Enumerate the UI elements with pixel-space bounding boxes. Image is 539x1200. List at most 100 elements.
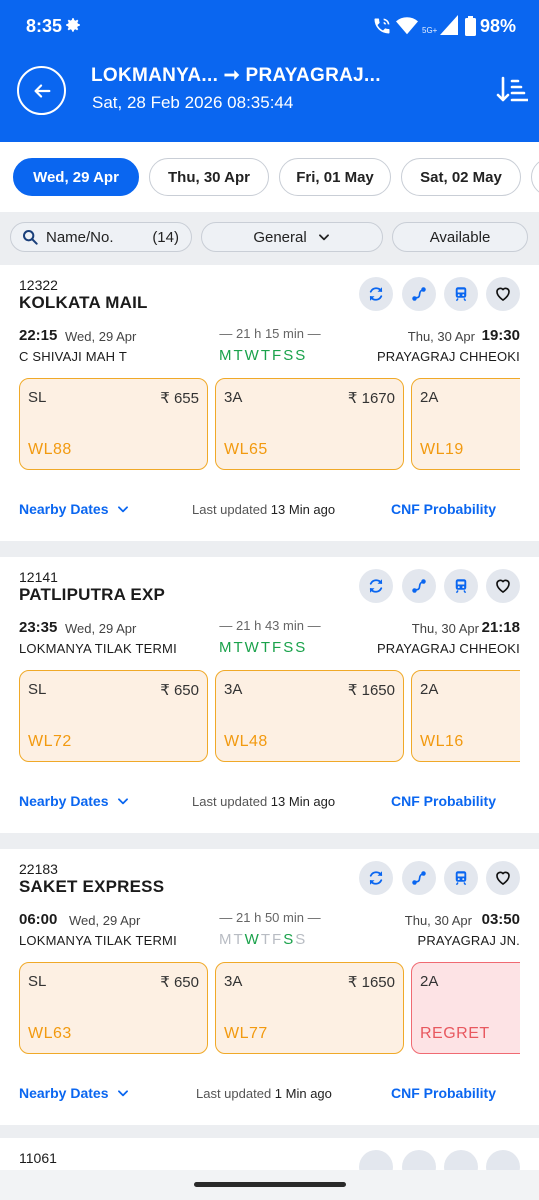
departure-date: Wed, 29 Apr xyxy=(65,329,137,344)
class-2a-box[interactable]: 2A WL16 xyxy=(411,670,520,762)
chevron-down-icon xyxy=(117,1090,128,1097)
departure-time: 22:15 xyxy=(19,327,58,344)
name-number-filter[interactable]: Name/No. (14) xyxy=(10,222,192,252)
run-day: W xyxy=(244,347,260,364)
nearby-dates-label: Nearby Dates xyxy=(19,793,109,809)
class-fare: ₹ 650 xyxy=(160,974,199,991)
date-tab-fri-01-may[interactable]: Fri, 01 May xyxy=(279,158,391,196)
route-button[interactable] xyxy=(402,861,436,895)
date-tab-thu-30-apr[interactable]: Thu, 30 Apr xyxy=(149,158,269,196)
availability-status: WL19 xyxy=(420,441,464,458)
last-updated: Last updated 1 Min ago xyxy=(196,1086,332,1101)
run-day: S xyxy=(295,347,307,364)
run-day: S xyxy=(295,931,307,948)
journey-duration: — 21 h 50 min — xyxy=(219,910,321,925)
last-updated: Last updated 13 Min ago xyxy=(192,794,335,809)
run-day: F xyxy=(272,639,283,656)
back-button[interactable] xyxy=(17,66,66,115)
favorite-button[interactable] xyxy=(486,861,520,895)
favorite-button[interactable] xyxy=(486,277,520,311)
train-icon xyxy=(455,871,467,886)
cnf-probability-button[interactable]: CNF Probability xyxy=(391,501,496,517)
date-tab-next[interactable] xyxy=(531,158,539,196)
class-2a-box[interactable]: 2A WL19 xyxy=(411,378,520,470)
sort-icon[interactable] xyxy=(496,75,528,105)
refresh-button[interactable] xyxy=(359,277,393,311)
train-card[interactable]: 22183 SAKET EXPRESS 06:00 Wed, 29 Apr — … xyxy=(0,849,539,1125)
home-handle[interactable] xyxy=(194,1182,346,1187)
chevron-down-icon xyxy=(117,798,128,805)
wifi-icon xyxy=(396,17,418,35)
availability-status: WL48 xyxy=(224,733,268,750)
refresh-button[interactable] xyxy=(359,569,393,603)
nearby-dates-label: Nearby Dates xyxy=(19,501,109,517)
class-2a-box[interactable]: 2A REGRET xyxy=(411,962,520,1054)
refresh-button[interactable] xyxy=(359,861,393,895)
cnf-probability-button[interactable]: CNF Probability xyxy=(391,793,496,809)
train-icon xyxy=(455,579,467,594)
class-sl-box[interactable]: SL ₹ 655 WL88 xyxy=(19,378,208,470)
last-updated-label: Last updated xyxy=(196,1086,275,1101)
nearby-dates-button[interactable]: Nearby Dates xyxy=(19,793,130,809)
journey-duration: — 21 h 43 min — xyxy=(219,618,321,633)
departure-time: 06:00 xyxy=(19,911,58,928)
last-updated-value: 13 Min ago xyxy=(270,502,336,517)
header-datetime: Sat, 28 Feb 2026 08:35:44 xyxy=(92,93,294,112)
class-availability-list[interactable]: SL ₹ 655 WL88 3A ₹ 1670 WL65 2A WL19 xyxy=(19,378,520,470)
favorite-button[interactable] xyxy=(486,569,520,603)
class-name: 3A xyxy=(224,389,243,406)
class-fare: ₹ 1670 xyxy=(347,390,395,407)
from-station: LOKMANYA TILAK TERMI xyxy=(19,641,177,656)
availability-filter[interactable]: Available xyxy=(392,222,528,252)
last-updated-label: Last updated xyxy=(192,502,271,517)
nearby-dates-button[interactable]: Nearby Dates xyxy=(19,1085,130,1101)
from-station: LOKMANYA TILAK TERMI xyxy=(19,933,177,948)
class-name: 3A xyxy=(224,973,243,990)
search-icon xyxy=(23,230,38,245)
train-card[interactable]: 12141 PATLIPUTRA EXP 23:35 Wed, 29 Apr —… xyxy=(0,557,539,833)
run-day: T xyxy=(260,931,272,948)
route-button[interactable] xyxy=(402,277,436,311)
class-sl-box[interactable]: SL ₹ 650 WL72 xyxy=(19,670,208,762)
run-day: F xyxy=(272,931,283,948)
train-number: 12141 xyxy=(19,569,58,585)
date-tab-sat-02-may[interactable]: Sat, 02 May xyxy=(401,158,521,196)
class-availability-list[interactable]: SL ₹ 650 WL63 3A ₹ 1650 WL77 2A REGRET xyxy=(19,962,520,1054)
date-selector: Wed, 29 Apr Thu, 30 Apr Fri, 01 May Sat,… xyxy=(0,142,539,212)
availability-status: WL63 xyxy=(28,1025,72,1042)
class-name: SL xyxy=(28,389,47,406)
train-icon xyxy=(455,287,467,302)
heart-icon xyxy=(496,871,510,885)
train-number: 22183 xyxy=(19,861,58,877)
availability-status: WL88 xyxy=(28,441,72,458)
class-fare: ₹ 1650 xyxy=(347,974,395,991)
arrival-time: 21:18 xyxy=(481,619,520,636)
run-day: S xyxy=(283,639,295,656)
class-3a-box[interactable]: 3A ₹ 1670 WL65 xyxy=(215,378,404,470)
route-button[interactable] xyxy=(402,569,436,603)
date-tab-wed-29-apr[interactable]: Wed, 29 Apr xyxy=(13,158,139,196)
class-3a-box[interactable]: 3A ₹ 1650 WL48 xyxy=(215,670,404,762)
train-number: 12322 xyxy=(19,277,58,293)
availability-status: WL16 xyxy=(420,733,464,750)
refresh-icon xyxy=(369,871,383,885)
class-availability-list[interactable]: SL ₹ 650 WL72 3A ₹ 1650 WL48 2A WL16 xyxy=(19,670,520,762)
cnf-probability-button[interactable]: CNF Probability xyxy=(391,1085,496,1101)
availability-status: REGRET xyxy=(420,1025,490,1042)
run-day: T xyxy=(233,931,244,948)
running-days: MTWTFSS xyxy=(219,931,307,948)
train-name: SAKET EXPRESS xyxy=(19,877,165,896)
train-info-button[interactable] xyxy=(444,569,478,603)
to-station: PRAYAGRAJ JN. xyxy=(417,933,520,948)
quota-dropdown[interactable]: General xyxy=(201,222,383,252)
class-name: 2A xyxy=(420,389,439,406)
train-info-button[interactable] xyxy=(444,861,478,895)
class-3a-box[interactable]: 3A ₹ 1650 WL77 xyxy=(215,962,404,1054)
class-sl-box[interactable]: SL ₹ 650 WL63 xyxy=(19,962,208,1054)
departure-date: Wed, 29 Apr xyxy=(69,913,141,928)
train-info-button[interactable] xyxy=(444,277,478,311)
train-card[interactable]: 12322 KOLKATA MAIL 22:15 Wed, 29 Apr — 2… xyxy=(0,265,539,541)
availability-status: WL77 xyxy=(224,1025,268,1042)
nearby-dates-button[interactable]: Nearby Dates xyxy=(19,501,130,517)
run-day: T xyxy=(233,639,244,656)
